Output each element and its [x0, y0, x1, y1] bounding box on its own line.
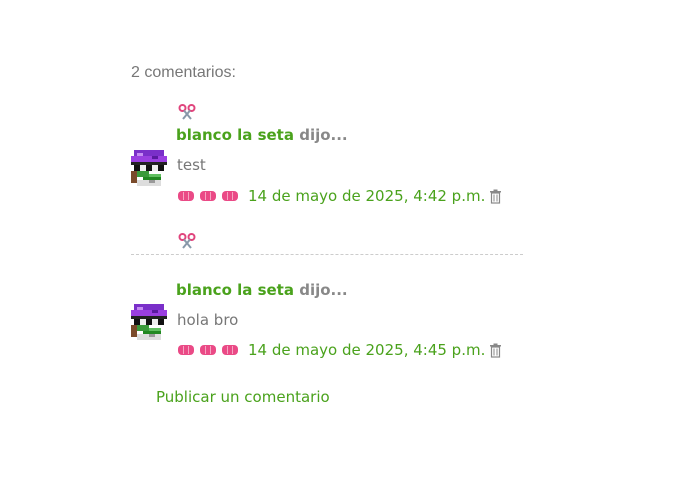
comment-body: hola bro [177, 311, 239, 329]
trash-icon[interactable] [489, 343, 502, 358]
comment-said-label: dijo... [293, 281, 348, 299]
comment-body: test [177, 156, 206, 174]
comment-said-label: dijo... [293, 126, 348, 144]
ticket-pill-icon [200, 191, 216, 201]
avatar[interactable] [131, 150, 167, 186]
ticket-pill-icon [178, 191, 194, 201]
scissors-icon[interactable] [178, 233, 196, 249]
trash-icon[interactable] [489, 189, 502, 204]
comment-author-link[interactable]: blanco la seta [176, 281, 294, 299]
ticket-pill-icon [200, 345, 216, 355]
avatar[interactable] [131, 304, 167, 340]
scissors-icon[interactable] [178, 104, 196, 120]
comment-footer: 14 de mayo de 2025, 4:45 p.m. [178, 341, 502, 359]
ticket-pill-icon [222, 191, 238, 201]
comments-count-heading: 2 comentarios: [131, 64, 236, 81]
ticket-pill-icon [178, 345, 194, 355]
comment-header: blanco la seta dijo... [176, 126, 348, 144]
comment-divider [131, 254, 523, 255]
comment-timestamp-link[interactable]: 14 de mayo de 2025, 4:45 p.m. [248, 341, 485, 359]
ticket-pill-icon [222, 345, 238, 355]
comment-footer: 14 de mayo de 2025, 4:42 p.m. [178, 187, 502, 205]
comment-timestamp-link[interactable]: 14 de mayo de 2025, 4:42 p.m. [248, 187, 485, 205]
comment-author-link[interactable]: blanco la seta [176, 126, 294, 144]
post-comment-link[interactable]: Publicar un comentario [156, 388, 330, 406]
comment-header: blanco la seta dijo... [176, 281, 348, 299]
